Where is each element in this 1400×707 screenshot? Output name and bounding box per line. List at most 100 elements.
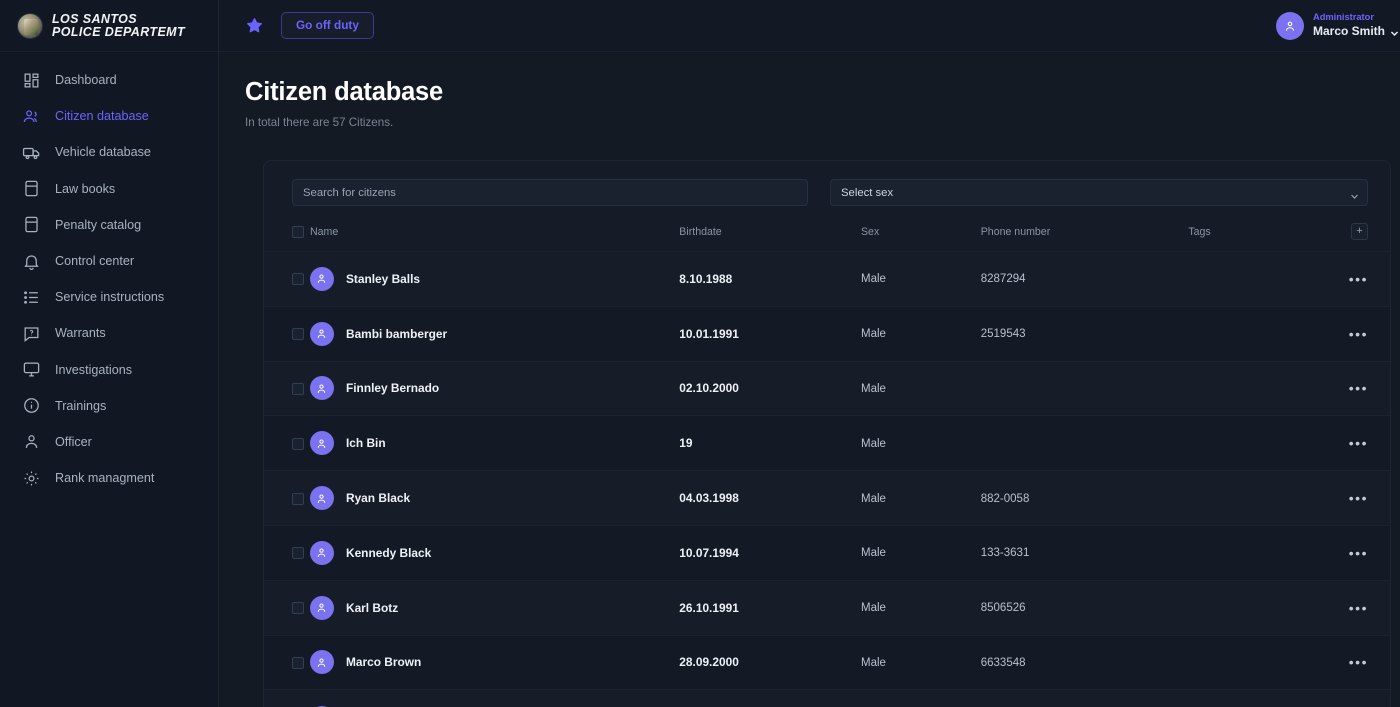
header-sex[interactable]: Sex xyxy=(861,223,981,252)
citizen-name: Finnley Bernado xyxy=(346,381,439,395)
row-menu-button[interactable]: ••• xyxy=(1349,435,1368,451)
top-bar: Go off duty Administrator Marco Smith xyxy=(219,0,1400,52)
row-select-cell xyxy=(264,471,310,526)
sidebar-item-vehicle-database[interactable]: Vehicle database xyxy=(0,134,218,170)
user-menu[interactable]: Administrator Marco Smith xyxy=(1276,12,1399,40)
table-row[interactable]: Kennedy Black10.07.1994 Male 133-3631 ••• xyxy=(264,525,1390,580)
citizen-table: Name Birthdate Sex Phone number Tags + S… xyxy=(264,223,1390,707)
table-row[interactable]: Finnley Bernado02.10.2000Male••• xyxy=(264,361,1390,416)
cell-tags xyxy=(1188,416,1338,471)
citizen-sex: Male xyxy=(861,547,886,559)
go-off-duty-button[interactable]: Go off duty xyxy=(281,12,374,40)
select-all-checkbox[interactable] xyxy=(292,226,304,238)
citizen-birthdate: 10.07.1994 xyxy=(679,546,739,560)
table-row[interactable]: Stanley Balls8.10.1988Male8287294••• xyxy=(264,252,1390,307)
brand-text: LOS SANTOS POLICE DEPARTEMT xyxy=(52,13,185,39)
add-column-button[interactable]: + xyxy=(1351,223,1368,240)
search-input[interactable] xyxy=(292,179,808,206)
table-body: Stanley Balls8.10.1988Male8287294•••Bamb… xyxy=(264,252,1390,707)
row-checkbox[interactable] xyxy=(292,273,304,285)
header-birthdate[interactable]: Birthdate xyxy=(679,223,861,252)
header-phone[interactable]: Phone number xyxy=(981,223,1189,252)
citizen-name: Ryan Black xyxy=(346,491,410,505)
row-checkbox[interactable] xyxy=(292,547,304,559)
cell-actions: ••• xyxy=(1338,416,1390,471)
citizen-name: Stanley Balls xyxy=(346,272,420,286)
gear-icon xyxy=(22,469,41,488)
table-row[interactable]: Marco Brown28.09.2000Male6633548••• xyxy=(264,635,1390,690)
citizen-birthdate: 26.10.1991 xyxy=(679,601,739,615)
book-icon xyxy=(22,179,41,198)
cell-tags xyxy=(1188,471,1338,526)
cell-tags xyxy=(1188,361,1338,416)
sidebar-item-service-instructions[interactable]: Service instructions xyxy=(0,279,218,315)
header-name[interactable]: Name xyxy=(310,223,679,252)
row-menu-button[interactable]: ••• xyxy=(1349,380,1368,396)
citizen-birthdate: 02.10.2000 xyxy=(679,381,739,395)
brand-line-2: POLICE DEPARTEMT xyxy=(52,26,185,39)
header-tags[interactable]: Tags xyxy=(1188,223,1338,252)
avatar xyxy=(310,376,334,400)
row-menu-button[interactable]: ••• xyxy=(1349,326,1368,342)
sidebar-item-investigations[interactable]: Investigations xyxy=(0,352,218,388)
cell-birthdate: 8.10.1988 xyxy=(679,252,861,307)
sidebar-item-control-center[interactable]: Control center xyxy=(0,243,218,279)
table-row[interactable]: Karl Botz26.10.1991Male8506526••• xyxy=(264,580,1390,635)
sidebar-item-label: Vehicle database xyxy=(55,145,151,159)
row-checkbox[interactable] xyxy=(292,493,304,505)
users-icon xyxy=(22,107,41,126)
table-row[interactable]: Bambi bamberger10.01.1991Male2519543••• xyxy=(264,306,1390,361)
citizen-sex: Male xyxy=(861,328,886,340)
row-menu-button[interactable]: ••• xyxy=(1349,654,1368,670)
row-checkbox[interactable] xyxy=(292,383,304,395)
sidebar-item-penalty-catalog[interactable]: Penalty catalog xyxy=(0,207,218,243)
sidebar-item-trainings[interactable]: Trainings xyxy=(0,388,218,424)
citizen-birthdate: 28.09.2000 xyxy=(679,655,739,669)
row-select-cell xyxy=(264,306,310,361)
cell-actions: ••• xyxy=(1338,361,1390,416)
citizen-phone: 133-3631 xyxy=(981,547,1030,559)
citizen-name: Karl Botz xyxy=(346,601,398,615)
sidebar-item-label: Penalty catalog xyxy=(55,218,141,232)
brand-line-1: LOS SANTOS xyxy=(52,13,185,26)
row-menu-button[interactable]: ••• xyxy=(1349,271,1368,287)
sidebar-item-law-books[interactable]: Law books xyxy=(0,171,218,207)
row-menu-button[interactable]: ••• xyxy=(1349,600,1368,616)
cell-phone: 6633548 xyxy=(981,635,1189,690)
sidebar-item-label: Trainings xyxy=(55,399,106,413)
row-menu-button[interactable]: ••• xyxy=(1349,490,1368,506)
row-checkbox[interactable] xyxy=(292,602,304,614)
sidebar-item-citizen-database[interactable]: Citizen database xyxy=(0,98,218,134)
row-menu-button[interactable]: ••• xyxy=(1349,545,1368,561)
citizen-birthdate: 04.03.1998 xyxy=(679,491,739,505)
table-row[interactable]: Ryan Black04.03.1998Male882-0058••• xyxy=(264,471,1390,526)
row-checkbox[interactable] xyxy=(292,438,304,450)
sidebar-item-rank-managment[interactable]: Rank managment xyxy=(0,460,218,496)
sidebar-item-label: Warrants xyxy=(55,326,106,340)
table-row[interactable]: Carlos Bureno07.11.1989Male706-1303••• xyxy=(264,690,1390,707)
cell-actions: ••• xyxy=(1338,580,1390,635)
cell-birthdate: 04.03.1998 xyxy=(679,471,861,526)
sidebar-item-warrants[interactable]: Warrants xyxy=(0,315,218,351)
row-checkbox[interactable] xyxy=(292,657,304,669)
cell-name: Stanley Balls xyxy=(310,252,679,307)
table-row[interactable]: Ich Bin19Male••• xyxy=(264,416,1390,471)
sidebar-item-dashboard[interactable]: Dashboard xyxy=(0,62,218,98)
cell-sex: Male xyxy=(861,690,981,707)
cell-sex: Male xyxy=(861,306,981,361)
cell-name: Kennedy Black xyxy=(310,525,679,580)
sidebar-item-officer[interactable]: Officer xyxy=(0,424,218,460)
sidebar-item-label: Investigations xyxy=(55,363,132,377)
sex-select[interactable]: Select sex xyxy=(830,179,1368,206)
page-title: Citizen database xyxy=(245,78,1391,107)
brand-logo[interactable]: LOS SANTOS POLICE DEPARTEMT xyxy=(0,0,218,52)
star-icon[interactable] xyxy=(243,15,265,37)
header-actions: + xyxy=(1338,223,1390,252)
row-select-cell xyxy=(264,580,310,635)
select-all-header xyxy=(264,223,310,252)
truck-icon xyxy=(22,143,41,162)
chevron-down-icon[interactable] xyxy=(1390,27,1399,36)
row-checkbox[interactable] xyxy=(292,328,304,340)
user-name: Marco Smith xyxy=(1313,24,1399,39)
row-select-cell xyxy=(264,525,310,580)
